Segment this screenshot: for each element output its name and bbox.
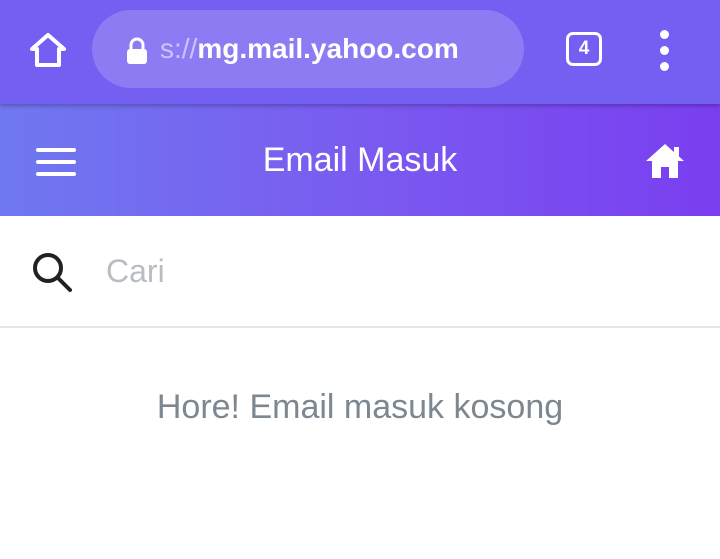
tab-switcher-button[interactable]: 4 [566,32,602,66]
hamburger-icon [36,148,76,152]
home-outline-icon [30,33,66,67]
browser-home-button[interactable] [22,26,74,74]
home-filled-icon [646,144,684,178]
browser-toolbar: s:// mg.mail.yahoo.com 4 [0,0,720,104]
browser-menu-button[interactable] [646,26,682,74]
lock-icon [127,37,147,64]
page-title: Email Masuk [262,140,458,179]
tab-count: 4 [578,38,590,59]
address-bar[interactable]: s:// mg.mail.yahoo.com [92,10,524,88]
url-host: mg.mail.yahoo.com [197,33,459,64]
hamburger-menu-button[interactable] [30,140,82,184]
home-button[interactable] [638,136,692,186]
search-icon [33,253,72,292]
empty-inbox-message: Hore! Email masuk kosong [156,388,564,426]
app-header: Email Masuk [0,104,720,216]
url-scheme: s:// [160,33,198,64]
url-text: s:// mg.mail.yahoo.com [156,10,510,88]
search-input[interactable] [106,248,666,294]
vertical-dots-icon [659,29,669,39]
